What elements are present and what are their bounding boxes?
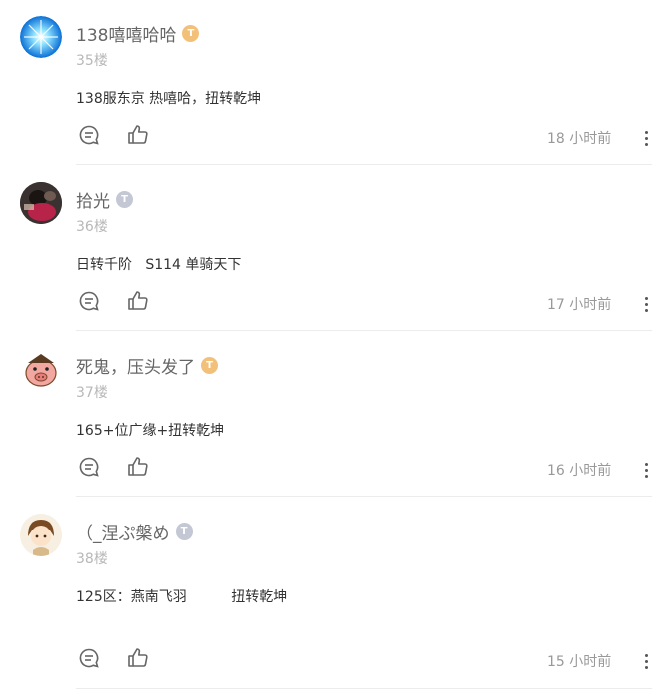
- level-badge-icon: [201, 357, 218, 374]
- more-vertical-icon[interactable]: [641, 460, 651, 482]
- username[interactable]: 拾光: [76, 187, 133, 212]
- post-time: 16 小时前: [547, 463, 612, 479]
- divider: [76, 164, 652, 165]
- post-time: 18 小时前: [547, 131, 612, 147]
- reply-icon[interactable]: [77, 123, 101, 147]
- comment-content: 125区：燕南飞羽 扭转乾坤: [76, 589, 288, 605]
- like-icon[interactable]: [126, 455, 150, 479]
- username-text: 138嘻嘻哈哈: [76, 26, 177, 46]
- username-text: 死鬼，压头发了: [76, 358, 195, 378]
- username[interactable]: 死鬼，压头发了: [76, 353, 218, 378]
- avatar[interactable]: [20, 348, 62, 390]
- floor-number: 35楼: [76, 53, 108, 69]
- comment-content: 138服东京 热嘻哈，扭转乾坤: [76, 91, 262, 107]
- avatar[interactable]: [20, 514, 62, 556]
- more-vertical-icon[interactable]: [641, 128, 651, 150]
- post-time: 15 小时前: [547, 654, 612, 670]
- more-vertical-icon[interactable]: [641, 294, 651, 316]
- like-icon[interactable]: [126, 646, 150, 670]
- divider: [76, 330, 652, 331]
- reply-icon[interactable]: [77, 289, 101, 313]
- level-badge-icon: [116, 191, 133, 208]
- comment-content: 165+位广缘+扭转乾坤: [76, 423, 225, 439]
- username[interactable]: 138嘻嘻哈哈: [76, 21, 200, 46]
- floor-number: 36楼: [76, 219, 108, 235]
- comment-content: 日转千阶 S114 单骑天下: [76, 257, 242, 273]
- username[interactable]: （_涅ぷ槃め: [76, 519, 193, 544]
- floor-number: 38楼: [76, 551, 108, 567]
- divider: [76, 688, 652, 689]
- divider: [76, 496, 652, 497]
- avatar[interactable]: [20, 182, 62, 224]
- floor-number: 37楼: [76, 385, 108, 401]
- like-icon[interactable]: [126, 289, 150, 313]
- like-icon[interactable]: [126, 123, 150, 147]
- reply-icon[interactable]: [77, 646, 101, 670]
- username-text: （_涅ぷ槃め: [76, 524, 170, 544]
- more-vertical-icon[interactable]: [641, 651, 651, 673]
- level-badge-icon: [182, 25, 200, 42]
- level-badge-icon: [175, 523, 193, 540]
- reply-icon[interactable]: [77, 455, 101, 479]
- post-time: 17 小时前: [547, 297, 612, 313]
- username-text: 拾光: [76, 192, 110, 212]
- avatar[interactable]: [20, 16, 62, 58]
